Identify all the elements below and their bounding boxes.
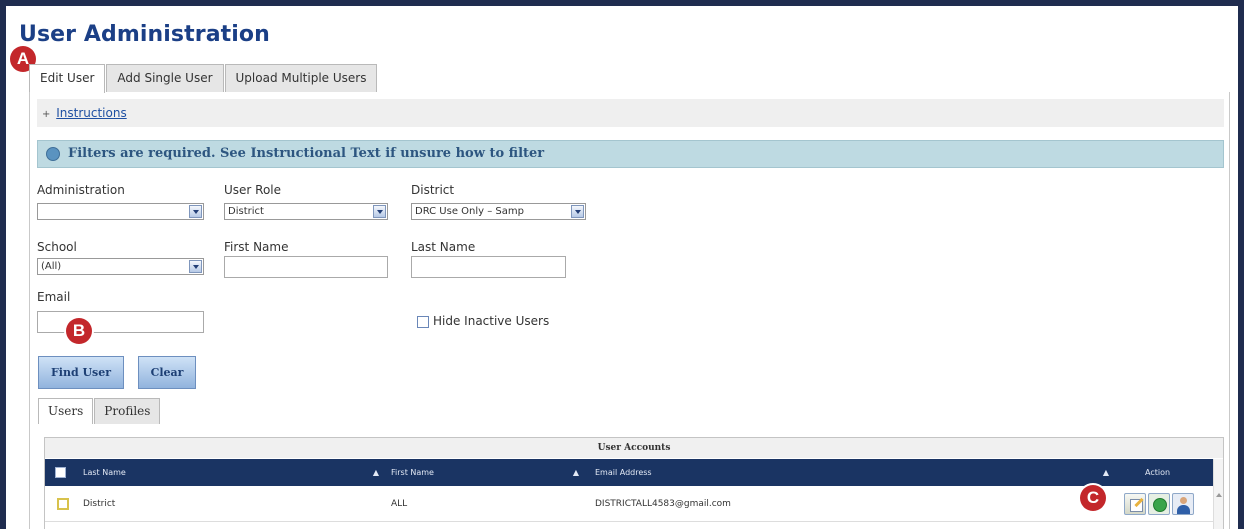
tab-users[interactable]: Users (38, 398, 94, 424)
email-label: Email (37, 290, 71, 304)
callout-marker-b: B (66, 318, 92, 344)
last-name-label: Last Name (411, 240, 476, 254)
column-email[interactable]: Email Address ▲ (585, 459, 1115, 486)
hide-inactive-checkbox[interactable] (417, 316, 429, 328)
user-accounts-grid: User Accounts Last Name ▲ First Name ▲ E… (44, 437, 1224, 529)
tab-profiles[interactable]: Profiles (94, 398, 161, 424)
tab-edit-user[interactable]: Edit User (29, 64, 106, 93)
instructions-link[interactable]: Instructions (56, 106, 126, 120)
chevron-down-icon[interactable] (571, 205, 584, 218)
administration-select[interactable] (37, 203, 204, 220)
first-name-label: First Name (224, 240, 289, 254)
school-value: (All) (41, 261, 62, 272)
sub-tabs: Users Profiles (38, 398, 161, 424)
find-user-button[interactable]: Find User (38, 356, 124, 389)
select-all-checkbox[interactable] (55, 467, 66, 478)
sort-arrow-icon[interactable]: ▲ (373, 459, 379, 486)
district-label: District (411, 183, 455, 197)
column-email-label: Email Address (595, 468, 652, 477)
clear-button[interactable]: Clear (138, 356, 196, 389)
page-title: User Administration (19, 22, 270, 47)
grid-caption: User Accounts (45, 438, 1223, 458)
reset-password-icon[interactable] (1148, 493, 1170, 515)
column-first-name[interactable]: First Name ▲ (385, 459, 585, 486)
district-select[interactable]: DRC Use Only – Samp (411, 203, 586, 220)
column-first-name-label: First Name (391, 468, 434, 477)
filter-notice-text: Filters are required. See Instructional … (68, 146, 545, 161)
cell-first-name: ALL (391, 499, 408, 509)
edit-user-panel: + Instructions Filters are required. See… (29, 92, 1230, 529)
tab-upload-multiple-users[interactable]: Upload Multiple Users (224, 64, 378, 92)
chevron-down-icon[interactable] (189, 260, 202, 273)
chevron-down-icon[interactable] (189, 205, 202, 218)
first-name-input[interactable] (224, 256, 388, 278)
row-checkbox[interactable] (57, 498, 69, 510)
select-all-cell (55, 459, 75, 486)
main-tabs: Edit User Add Single User Upload Multipl… (29, 64, 378, 93)
edit-icon[interactable] (1124, 493, 1146, 515)
email-input[interactable] (37, 311, 204, 333)
info-icon (46, 147, 60, 161)
sort-arrow-icon[interactable]: ▲ (573, 459, 579, 486)
sort-arrow-icon[interactable]: ▲ (1103, 459, 1109, 486)
hide-inactive-label: Hide Inactive Users (433, 314, 550, 328)
district-value: DRC Use Only – Samp (415, 206, 524, 217)
grid-header-row: Last Name ▲ First Name ▲ Email Address ▲… (45, 459, 1213, 486)
last-name-input[interactable] (411, 256, 566, 278)
tab-add-single-user[interactable]: Add Single User (106, 64, 224, 92)
user-role-select[interactable]: District (224, 203, 388, 220)
column-last-name-label: Last Name (83, 468, 126, 477)
administration-label: Administration (37, 183, 125, 197)
cell-last-name: District (83, 499, 116, 509)
table-row: District ALL DISTRICTALL4583@gmail.com (45, 486, 1213, 522)
column-last-name[interactable]: Last Name ▲ (75, 459, 385, 486)
chevron-down-icon[interactable] (373, 205, 386, 218)
cell-email: DISTRICTALL4583@gmail.com (595, 499, 731, 509)
grid-scrollbar[interactable] (1213, 459, 1223, 529)
user-role-value: District (228, 206, 264, 217)
filter-notice: Filters are required. See Instructional … (37, 140, 1224, 168)
user-role-label: User Role (224, 183, 282, 197)
school-label: School (37, 240, 77, 254)
user-profile-icon[interactable] (1172, 493, 1194, 515)
column-action: Action (1145, 468, 1171, 477)
instructions-bar: + Instructions (37, 99, 1224, 127)
school-select[interactable]: (All) (37, 258, 204, 275)
expand-icon[interactable]: + (42, 109, 50, 120)
callout-marker-c: C (1080, 485, 1106, 511)
